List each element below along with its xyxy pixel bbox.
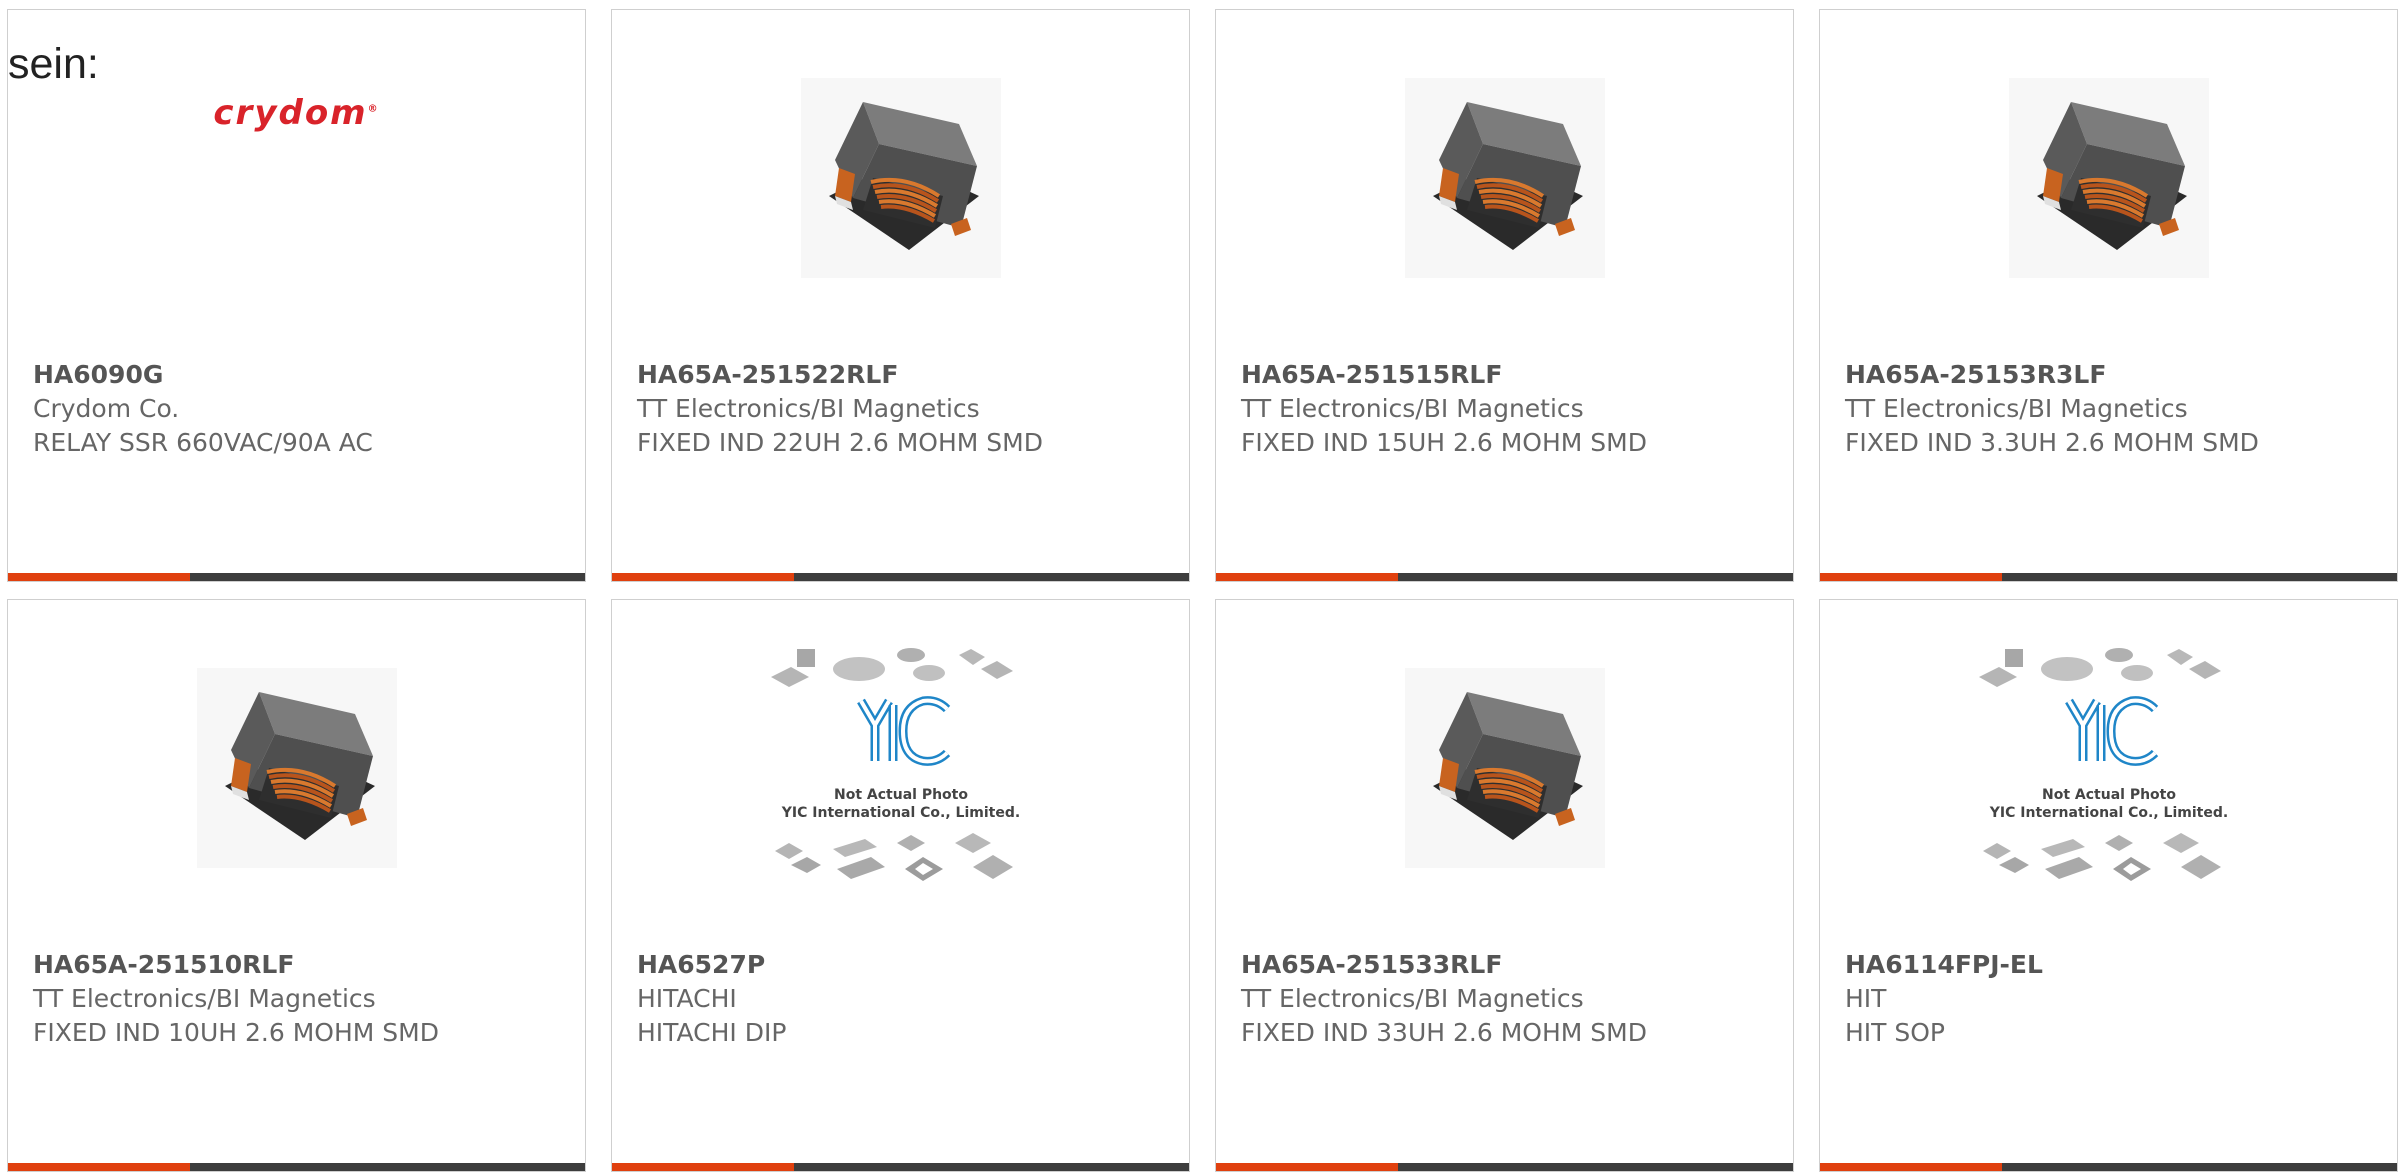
manufacturer-name: TT Electronics/BI Magnetics <box>33 984 376 1013</box>
product-description: FIXED IND 10UH 2.6 MOHM SMD <box>33 1018 439 1047</box>
manufacturer-name: HIT <box>1845 984 1887 1013</box>
card-accent-bar <box>8 573 190 581</box>
placeholder-caption: Not Actual Photo <box>834 787 968 803</box>
part-number-link[interactable]: HA65A-251510RLF <box>33 948 575 982</box>
card-accent-bar <box>1820 573 2002 581</box>
product-info: HA65A-251515RLF TT Electronics/BI Magnet… <box>1241 358 1783 460</box>
product-description: HIT SOP <box>1845 1018 1946 1047</box>
product-card[interactable]: HA65A-25153R3LF TT Electronics/BI Magnet… <box>1819 9 2398 582</box>
placeholder-company: YIC International Co., Limited. <box>1988 805 2227 821</box>
card-bottom-bar <box>612 573 1189 581</box>
product-card[interactable]: crydom® HA6090G Crydom Co. RELAY SSR 660… <box>7 9 586 582</box>
manufacturer-name: HITACHI <box>637 984 737 1013</box>
product-info: HA6090G Crydom Co. RELAY SSR 660VAC/90A … <box>33 358 575 460</box>
product-card[interactable]: HA65A-251533RLF TT Electronics/BI Magnet… <box>1215 599 1794 1172</box>
manufacturer-name: TT Electronics/BI Magnetics <box>637 394 980 423</box>
product-info: HA6527P HITACHI HITACHI DIP <box>637 948 1179 1050</box>
manufacturer-name: Crydom Co. <box>33 394 180 423</box>
product-info: HA65A-251533RLF TT Electronics/BI Magnet… <box>1241 948 1783 1050</box>
part-number-link[interactable]: HA65A-251533RLF <box>1241 948 1783 982</box>
product-image[interactable]: crydom® <box>8 74 585 282</box>
card-bottom-bar <box>1216 1163 1793 1171</box>
card-accent-bar <box>8 1163 190 1171</box>
card-bottom-bar <box>1216 573 1793 581</box>
product-image[interactable] <box>8 664 585 872</box>
product-description: FIXED IND 22UH 2.6 MOHM SMD <box>637 428 1043 457</box>
part-number-link[interactable]: HA65A-251515RLF <box>1241 358 1783 392</box>
card-accent-bar <box>1820 1163 2002 1171</box>
product-info: HA65A-251522RLF TT Electronics/BI Magnet… <box>637 358 1179 460</box>
inductor-photo <box>2008 78 2209 278</box>
product-info: HA65A-251510RLF TT Electronics/BI Magnet… <box>33 948 575 1050</box>
product-info: HA65A-25153R3LF TT Electronics/BI Magnet… <box>1845 358 2387 460</box>
card-accent-bar <box>612 573 794 581</box>
product-description: FIXED IND 15UH 2.6 MOHM SMD <box>1241 428 1647 457</box>
card-bottom-bar <box>1820 1163 2397 1171</box>
manufacturer-name: TT Electronics/BI Magnetics <box>1845 394 2188 423</box>
product-image[interactable] <box>612 74 1189 282</box>
part-number-link[interactable]: HA6090G <box>33 358 575 392</box>
card-accent-bar <box>1216 573 1398 581</box>
inductor-photo <box>1404 668 1605 868</box>
product-image[interactable]: Not Actual Photo YIC International Co., … <box>612 643 1189 893</box>
product-image[interactable] <box>1820 74 2397 282</box>
card-bottom-bar <box>1820 573 2397 581</box>
inductor-photo <box>800 78 1001 278</box>
part-number-link[interactable]: HA65A-25153R3LF <box>1845 358 2387 392</box>
card-bottom-bar <box>8 1163 585 1171</box>
product-card[interactable]: Not Actual Photo YIC International Co., … <box>611 599 1190 1172</box>
product-image[interactable] <box>1216 664 1793 872</box>
inductor-photo <box>1404 78 1605 278</box>
product-card[interactable]: Not Actual Photo YIC International Co., … <box>1819 599 2398 1172</box>
product-info: HA6114FPJ-EL HIT HIT SOP <box>1845 948 2387 1050</box>
card-accent-bar <box>612 1163 794 1171</box>
card-bottom-bar <box>612 1163 1189 1171</box>
product-image[interactable]: Not Actual Photo YIC International Co., … <box>1820 643 2397 893</box>
part-number-link[interactable]: HA6114FPJ-EL <box>1845 948 2387 982</box>
placeholder-photo: Not Actual Photo YIC International Co., … <box>1968 643 2249 893</box>
part-number-link[interactable]: HA65A-251522RLF <box>637 358 1179 392</box>
product-description: FIXED IND 3.3UH 2.6 MOHM SMD <box>1845 428 2259 457</box>
placeholder-photo: Not Actual Photo YIC International Co., … <box>760 643 1041 893</box>
product-description: RELAY SSR 660VAC/90A AC <box>33 428 373 457</box>
product-description: FIXED IND 33UH 2.6 MOHM SMD <box>1241 1018 1647 1047</box>
part-number-link[interactable]: HA6527P <box>637 948 1179 982</box>
card-bottom-bar <box>8 573 585 581</box>
placeholder-caption: Not Actual Photo <box>2042 787 2176 803</box>
card-accent-bar <box>1216 1163 1398 1171</box>
product-card[interactable]: HA65A-251515RLF TT Electronics/BI Magnet… <box>1215 9 1794 582</box>
placeholder-company: YIC International Co., Limited. <box>780 805 1019 821</box>
product-card[interactable]: HA65A-251522RLF TT Electronics/BI Magnet… <box>611 9 1190 582</box>
product-image[interactable] <box>1216 74 1793 282</box>
page-intro-text: sein: <box>8 40 99 88</box>
inductor-photo <box>196 668 397 868</box>
crydom-logo: crydom® <box>213 93 380 133</box>
product-card[interactable]: HA65A-251510RLF TT Electronics/BI Magnet… <box>7 599 586 1172</box>
manufacturer-name: TT Electronics/BI Magnetics <box>1241 984 1584 1013</box>
manufacturer-name: TT Electronics/BI Magnetics <box>1241 394 1584 423</box>
product-description: HITACHI DIP <box>637 1018 787 1047</box>
